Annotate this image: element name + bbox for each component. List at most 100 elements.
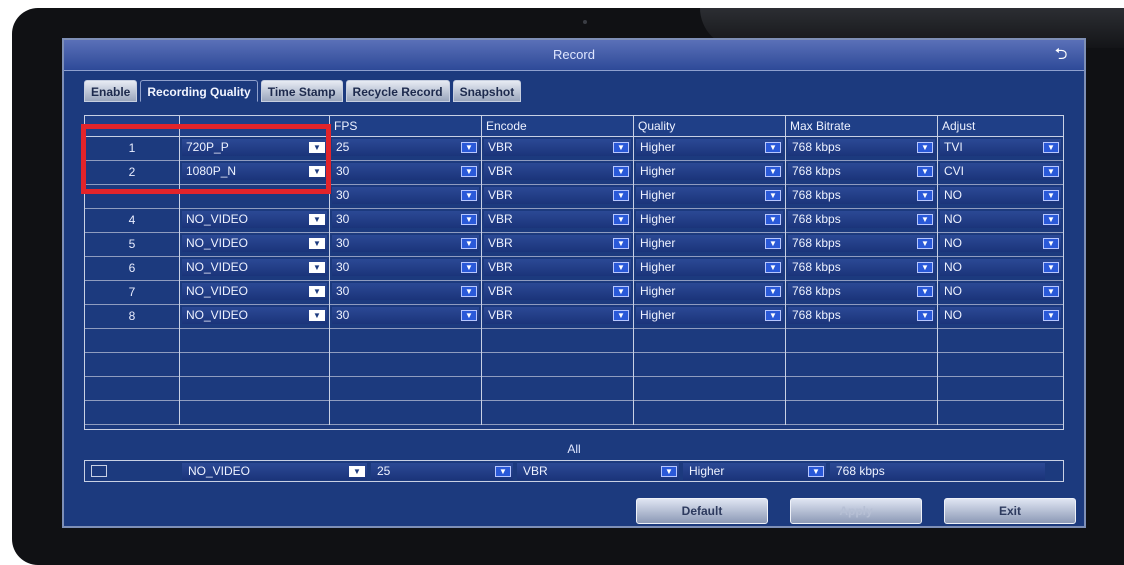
adjust-select[interactable]: NO ▼ bbox=[940, 235, 1061, 252]
encode-value: VBR bbox=[488, 284, 513, 298]
encode-cell: VBR ▼ bbox=[482, 209, 634, 233]
bitrate-select[interactable]: 768 kbps ▼ bbox=[788, 235, 935, 252]
quality-cell: Higher ▼ bbox=[634, 185, 786, 209]
chevron-down-icon: ▼ bbox=[661, 465, 677, 477]
fps-select[interactable]: 30 ▼ bbox=[332, 163, 479, 180]
fps-select[interactable]: 30 ▼ bbox=[332, 307, 479, 324]
fps-select[interactable]: 25 ▼ bbox=[332, 139, 479, 156]
quality-select[interactable]: Higher ▼ bbox=[636, 139, 783, 156]
fps-select[interactable]: 30 ▼ bbox=[332, 283, 479, 300]
encode-value: VBR bbox=[488, 260, 513, 274]
adjust-select[interactable]: NO ▼ bbox=[940, 307, 1061, 324]
quality-select[interactable]: Higher ▼ bbox=[636, 259, 783, 276]
quality-cell: Higher ▼ bbox=[634, 281, 786, 305]
quality-cell bbox=[634, 377, 786, 401]
chevron-down-icon: ▼ bbox=[917, 190, 933, 201]
tab-enable[interactable]: Enable bbox=[84, 80, 138, 102]
quality-select[interactable]: Higher ▼ bbox=[636, 211, 783, 228]
adjust-select[interactable]: NO ▼ bbox=[940, 283, 1061, 300]
table-header: FPS Encode Quality Max Bitrate Adjust bbox=[85, 116, 1063, 137]
all-checkbox[interactable] bbox=[91, 465, 107, 477]
tab-snapshot[interactable]: Snapshot bbox=[452, 80, 522, 102]
all-quality-value: Higher bbox=[689, 463, 725, 478]
bitrate-select[interactable]: 768 kbps ▼ bbox=[788, 259, 935, 276]
all-quality-select[interactable]: Higher ▼ bbox=[683, 462, 826, 480]
fps-select[interactable]: 30 ▼ bbox=[332, 187, 479, 204]
quality-select[interactable]: Higher ▼ bbox=[636, 163, 783, 180]
camera-dot bbox=[583, 20, 587, 24]
encode-select[interactable]: VBR ▼ bbox=[484, 283, 631, 300]
resolution-select[interactable]: NO_VIDEO ▼ bbox=[182, 283, 327, 300]
quality-cell bbox=[634, 401, 786, 425]
table-row bbox=[85, 401, 1063, 425]
resolution-select[interactable]: NO_VIDEO ▼ bbox=[182, 211, 327, 228]
quality-select[interactable]: Higher ▼ bbox=[636, 283, 783, 300]
bitrate-value: 768 kbps bbox=[792, 308, 841, 322]
quality-select[interactable]: Higher ▼ bbox=[636, 307, 783, 324]
tab-recycle-record[interactable]: Recycle Record bbox=[345, 80, 450, 102]
bitrate-select[interactable]: 768 kbps ▼ bbox=[788, 211, 935, 228]
back-icon[interactable]: ⮌ bbox=[1050, 45, 1072, 65]
all-bitrate-select[interactable]: 768 kbps bbox=[830, 462, 1045, 480]
adjust-select[interactable]: CVI ▼ bbox=[940, 163, 1061, 180]
bitrate-select[interactable]: 768 kbps ▼ bbox=[788, 163, 935, 180]
encode-select[interactable]: VBR ▼ bbox=[484, 211, 631, 228]
chevron-down-icon: ▼ bbox=[613, 214, 629, 225]
fps-cell: 30 ▼ bbox=[330, 209, 482, 233]
fps-select[interactable]: 30 ▼ bbox=[332, 211, 479, 228]
encode-value: VBR bbox=[488, 236, 513, 250]
chevron-down-icon: ▼ bbox=[613, 238, 629, 249]
all-resolution-select[interactable]: NO_VIDEO ▼ bbox=[182, 462, 367, 480]
all-fps-select[interactable]: 25 ▼ bbox=[371, 462, 513, 480]
table-row: 1 720P_P ▼ 25 ▼ VBR ▼ Higher ▼ 768 kbps ▼ TVI ▼ bbox=[85, 137, 1063, 161]
encode-select[interactable]: VBR ▼ bbox=[484, 307, 631, 324]
adjust-cell: NO ▼ bbox=[938, 257, 1063, 281]
adjust-select[interactable]: TVI ▼ bbox=[940, 139, 1061, 156]
bitrate-select[interactable]: 768 kbps ▼ bbox=[788, 307, 935, 324]
bitrate-select[interactable]: 768 kbps ▼ bbox=[788, 187, 935, 204]
quality-select[interactable]: Higher ▼ bbox=[636, 235, 783, 252]
quality-select[interactable]: Higher ▼ bbox=[636, 187, 783, 204]
quality-value: Higher bbox=[640, 308, 676, 322]
fps-cell: 30 ▼ bbox=[330, 305, 482, 329]
quality-cell: Higher ▼ bbox=[634, 305, 786, 329]
exit-button[interactable]: Exit bbox=[944, 498, 1076, 524]
encode-select[interactable]: VBR ▼ bbox=[484, 235, 631, 252]
adjust-select[interactable]: NO ▼ bbox=[940, 187, 1061, 204]
all-encode-select[interactable]: VBR ▼ bbox=[517, 462, 679, 480]
bitrate-cell: 768 kbps ▼ bbox=[786, 257, 938, 281]
adjust-cell: NO ▼ bbox=[938, 281, 1063, 305]
record-window: Record ⮌ Enable Recording Quality Time S… bbox=[62, 38, 1086, 528]
resolution-select[interactable]: NO_VIDEO ▼ bbox=[182, 235, 327, 252]
chevron-down-icon: ▼ bbox=[765, 166, 781, 177]
adjust-select[interactable]: NO ▼ bbox=[940, 259, 1061, 276]
adjust-select[interactable]: NO ▼ bbox=[940, 211, 1061, 228]
table-row bbox=[85, 377, 1063, 401]
tab-recording-quality[interactable]: Recording Quality bbox=[140, 80, 258, 102]
resolution-select[interactable]: NO_VIDEO ▼ bbox=[182, 307, 327, 324]
encode-cell bbox=[482, 401, 634, 425]
bitrate-select[interactable]: 768 kbps ▼ bbox=[788, 139, 935, 156]
apply-button[interactable]: Apply bbox=[790, 498, 922, 524]
default-button[interactable]: Default bbox=[636, 498, 768, 524]
chevron-down-icon: ▼ bbox=[808, 465, 824, 477]
fps-select[interactable]: 30 ▼ bbox=[332, 259, 479, 276]
resolution-cell: NO_VIDEO ▼ bbox=[180, 305, 330, 329]
header-encode: Encode bbox=[482, 116, 634, 136]
encode-select[interactable]: VBR ▼ bbox=[484, 139, 631, 156]
fps-select[interactable]: 30 ▼ bbox=[332, 235, 479, 252]
encode-select[interactable]: VBR ▼ bbox=[484, 259, 631, 276]
tab-time-stamp[interactable]: Time Stamp bbox=[260, 80, 343, 102]
bitrate-select[interactable]: 768 kbps ▼ bbox=[788, 283, 935, 300]
encode-select[interactable]: VBR ▼ bbox=[484, 163, 631, 180]
chevron-down-icon: ▼ bbox=[461, 310, 477, 321]
quality-value: Higher bbox=[640, 164, 676, 178]
resolution-select[interactable]: NO_VIDEO ▼ bbox=[182, 259, 327, 276]
encode-select[interactable]: VBR ▼ bbox=[484, 187, 631, 204]
resolution-select[interactable]: 1080P_N ▼ bbox=[182, 163, 327, 180]
adjust-value: NO bbox=[944, 236, 962, 250]
chevron-down-icon: ▼ bbox=[461, 190, 477, 201]
channel-number: 1 bbox=[85, 137, 180, 161]
resolution-select[interactable]: 720P_P ▼ bbox=[182, 139, 327, 156]
resolution-cell bbox=[180, 185, 330, 209]
